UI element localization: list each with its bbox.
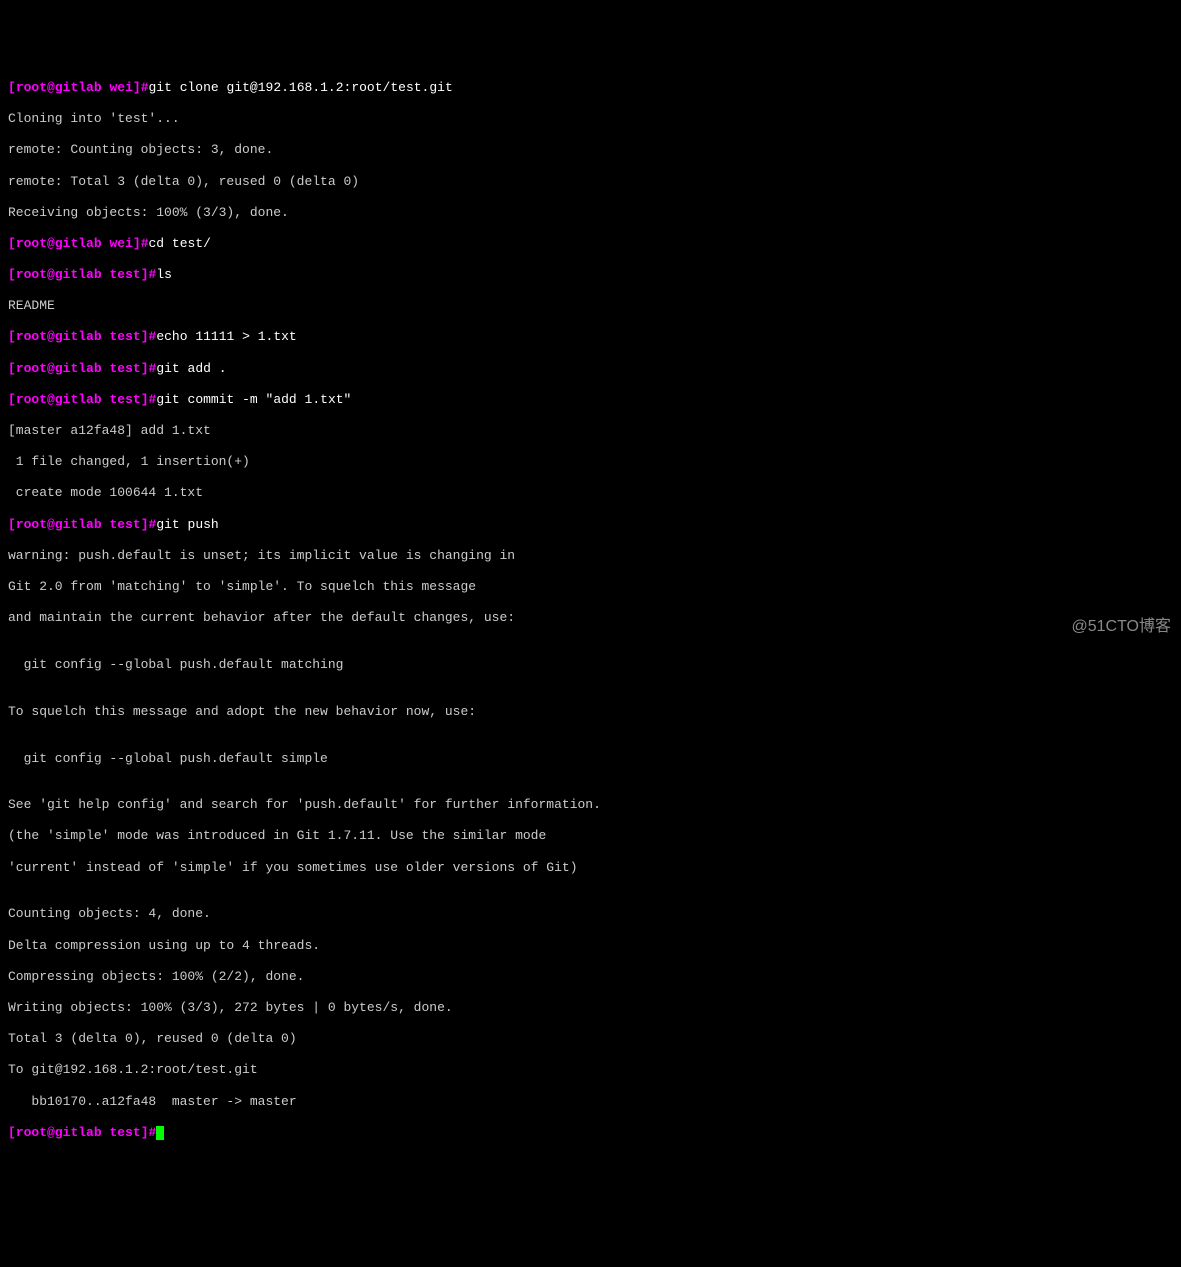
output-line: Writing objects: 100% (3/3), 272 bytes |… <box>8 1000 1173 1016</box>
output-line: Delta compression using up to 4 threads. <box>8 938 1173 954</box>
prompt-at: @ <box>47 1125 55 1140</box>
prompt-bracket-open: [ <box>8 267 16 282</box>
prompt-host: gitlab <box>55 80 102 95</box>
prompt-path: wei <box>109 80 132 95</box>
prompt-hash: # <box>141 80 149 95</box>
output-line: Counting objects: 4, done. <box>8 906 1173 922</box>
output-line: README <box>8 298 1173 314</box>
prompt-at: @ <box>47 517 55 532</box>
prompt-hash: # <box>149 1125 157 1140</box>
output-line: create mode 100644 1.txt <box>8 485 1173 501</box>
output-line: Receiving objects: 100% (3/3), done. <box>8 205 1173 221</box>
output-line: To git@192.168.1.2:root/test.git <box>8 1062 1173 1078</box>
prompt-bracket-open: [ <box>8 517 16 532</box>
prompt-line: [root@gitlab test]#git add . <box>8 361 1173 377</box>
prompt-user: root <box>16 1125 47 1140</box>
output-line: Compressing objects: 100% (2/2), done. <box>8 969 1173 985</box>
prompt-user: root <box>16 517 47 532</box>
prompt-path: test <box>109 392 140 407</box>
prompt-host: gitlab <box>55 329 102 344</box>
prompt-path: test <box>109 1125 140 1140</box>
command-text: git push <box>156 517 218 532</box>
prompt-path: test <box>109 517 140 532</box>
prompt-bracket-open: [ <box>8 361 16 376</box>
output-line: git config --global push.default matchin… <box>8 657 1173 673</box>
prompt-user: root <box>16 361 47 376</box>
prompt-hash: # <box>141 236 149 251</box>
prompt-bracket-close: ] <box>141 392 149 407</box>
output-line: See 'git help config' and search for 'pu… <box>8 797 1173 813</box>
prompt-user: root <box>16 236 47 251</box>
prompt-host: gitlab <box>55 267 102 282</box>
prompt-bracket-open: [ <box>8 392 16 407</box>
prompt-user: root <box>16 392 47 407</box>
prompt-bracket-close: ] <box>141 329 149 344</box>
prompt-line: [root@gitlab wei]#cd test/ <box>8 236 1173 252</box>
prompt-bracket-close: ] <box>141 267 149 282</box>
prompt-at: @ <box>47 361 55 376</box>
prompt-path: test <box>109 267 140 282</box>
output-line: 1 file changed, 1 insertion(+) <box>8 454 1173 470</box>
output-line: To squelch this message and adopt the ne… <box>8 704 1173 720</box>
prompt-space <box>102 1125 110 1140</box>
output-line: warning: push.default is unset; its impl… <box>8 548 1173 564</box>
command-text: cd test/ <box>149 236 211 251</box>
prompt-bracket-close: ] <box>133 236 141 251</box>
prompt-bracket-open: [ <box>8 1125 16 1140</box>
cursor-icon <box>156 1126 164 1140</box>
command-text: git clone git@192.168.1.2:root/test.git <box>149 80 453 95</box>
output-line: git config --global push.default simple <box>8 751 1173 767</box>
prompt-at: @ <box>47 267 55 282</box>
output-line: Total 3 (delta 0), reused 0 (delta 0) <box>8 1031 1173 1047</box>
watermark-text: @51CTO博客 <box>1071 617 1171 636</box>
prompt-line: [root@gitlab test]#echo 11111 > 1.txt <box>8 329 1173 345</box>
output-line: 'current' instead of 'simple' if you som… <box>8 860 1173 876</box>
output-line: bb10170..a12fa48 master -> master <box>8 1094 1173 1110</box>
output-line: (the 'simple' mode was introduced in Git… <box>8 828 1173 844</box>
prompt-host: gitlab <box>55 361 102 376</box>
command-text: git add . <box>156 361 226 376</box>
prompt-bracket-close: ] <box>141 517 149 532</box>
command-text: git commit -m "add 1.txt" <box>156 392 351 407</box>
prompt-bracket-close: ] <box>141 361 149 376</box>
prompt-line-active[interactable]: [root@gitlab test]# <box>8 1125 1173 1141</box>
command-text: echo 11111 > 1.txt <box>156 329 296 344</box>
prompt-bracket-open: [ <box>8 236 16 251</box>
prompt-bracket-close: ] <box>133 80 141 95</box>
prompt-line: [root@gitlab test]#ls <box>8 267 1173 283</box>
prompt-path: test <box>109 329 140 344</box>
terminal-window[interactable]: [root@gitlab wei]#git clone git@192.168.… <box>0 62 1181 1158</box>
prompt-at: @ <box>47 329 55 344</box>
prompt-at: @ <box>47 392 55 407</box>
prompt-bracket-open: [ <box>8 329 16 344</box>
output-line: Git 2.0 from 'matching' to 'simple'. To … <box>8 579 1173 595</box>
prompt-user: root <box>16 329 47 344</box>
prompt-at: @ <box>47 236 55 251</box>
prompt-path: test <box>109 361 140 376</box>
prompt-host: gitlab <box>55 392 102 407</box>
output-line: remote: Counting objects: 3, done. <box>8 142 1173 158</box>
output-line: [master a12fa48] add 1.txt <box>8 423 1173 439</box>
output-line: Cloning into 'test'... <box>8 111 1173 127</box>
prompt-line: [root@gitlab wei]#git clone git@192.168.… <box>8 80 1173 96</box>
prompt-line: [root@gitlab test]#git push <box>8 517 1173 533</box>
prompt-bracket-open: [ <box>8 80 16 95</box>
prompt-host: gitlab <box>55 1125 102 1140</box>
prompt-line: [root@gitlab test]#git commit -m "add 1.… <box>8 392 1173 408</box>
output-line: remote: Total 3 (delta 0), reused 0 (del… <box>8 174 1173 190</box>
prompt-bracket-close: ] <box>141 1125 149 1140</box>
prompt-user: root <box>16 80 47 95</box>
output-line: and maintain the current behavior after … <box>8 610 1173 626</box>
prompt-host: gitlab <box>55 517 102 532</box>
command-text: ls <box>156 267 172 282</box>
prompt-path: wei <box>109 236 132 251</box>
prompt-host: gitlab <box>55 236 102 251</box>
prompt-user: root <box>16 267 47 282</box>
prompt-at: @ <box>47 80 55 95</box>
